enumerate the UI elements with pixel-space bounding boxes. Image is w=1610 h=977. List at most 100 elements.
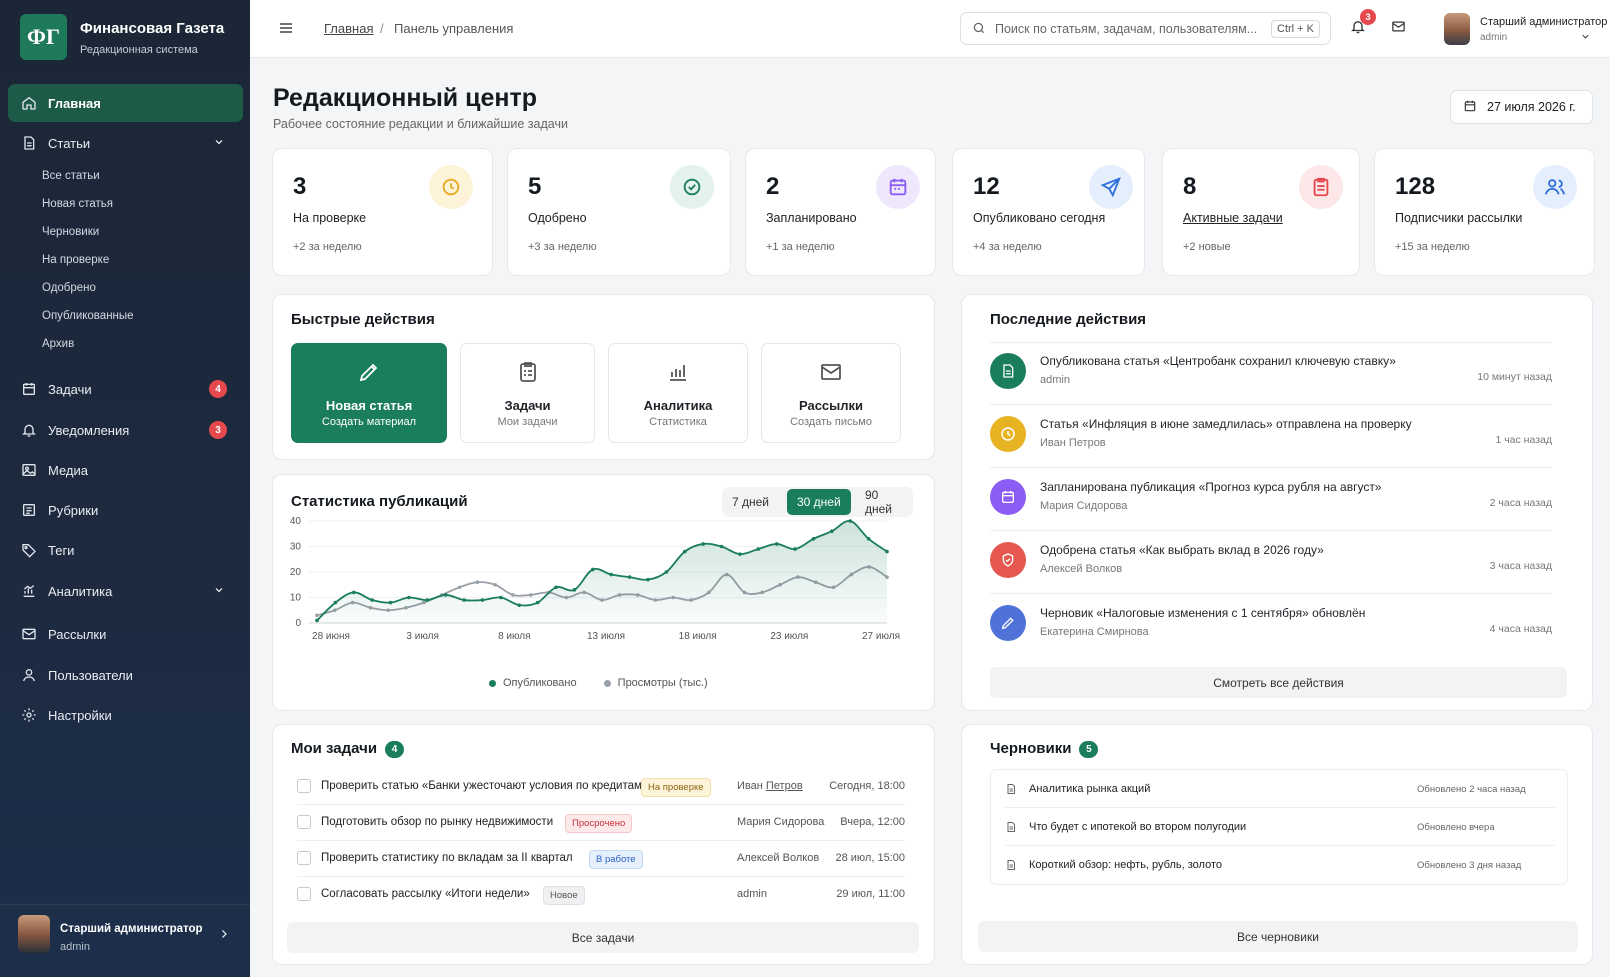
new-article-button[interactable]: Новая статья Создать материал	[291, 343, 447, 443]
sidebar-subitem-new-article[interactable]: Новая статья	[42, 198, 113, 210]
stat-card-published-today[interactable]: 12 Опубликовано сегодня +4 за неделю	[952, 148, 1145, 276]
drafts-count-badge: 5	[1079, 740, 1099, 758]
data-point	[866, 537, 871, 541]
document-icon	[990, 353, 1026, 389]
all-activity-button[interactable]: Смотреть все действия	[990, 667, 1567, 698]
sidebar-item-users[interactable]: Пользователи	[8, 656, 243, 694]
activity-item[interactable]: Одобрена статья «Как выбрать вклад в 202…	[990, 532, 1552, 594]
sidebar-item-tags[interactable]: Теги	[8, 531, 243, 569]
sidebar-item-articles[interactable]: Статьи	[8, 124, 243, 162]
stat-card-review[interactable]: 3 На проверке +2 за неделю	[272, 148, 493, 276]
drafts-panel: Черновики 5 Аналитика рынка акций Обновле…	[961, 724, 1593, 965]
assignee-last-name[interactable]: Петров	[766, 780, 803, 792]
task-checkbox[interactable]	[297, 851, 311, 865]
date-picker-button[interactable]: 27 июля 2026 г.	[1450, 90, 1593, 124]
all-tasks-button[interactable]: Все задачи	[287, 922, 919, 953]
tasks-quick-button[interactable]: Задачи Мои задачи	[460, 343, 595, 443]
task-checkbox[interactable]	[297, 887, 311, 901]
activity-item[interactable]: Запланирована публикация «Прогноз курса …	[990, 469, 1552, 531]
task-row[interactable]: Согласовать рассылку «Итоги недели» Ново…	[297, 877, 905, 913]
sidebar-item-rubrics[interactable]: Рубрики	[8, 491, 243, 529]
activity-item[interactable]: Опубликована статья «Центробанк сохранил…	[990, 343, 1552, 405]
range-30-days[interactable]: 30 дней	[787, 489, 851, 515]
chart-title: Статистика публикаций	[291, 493, 468, 510]
chevron-down-icon[interactable]	[213, 584, 225, 599]
stat-label: Запланировано	[766, 211, 857, 225]
sidebar-item-home[interactable]: Главная	[8, 84, 243, 122]
sidebar-subitem-approved[interactable]: Одобрено	[42, 282, 96, 294]
sidebar-item-settings[interactable]: Настройки	[8, 696, 243, 734]
task-row[interactable]: Проверить статистику по вкладам за II кв…	[297, 841, 905, 877]
sidebar-item-label: Главная	[48, 95, 101, 111]
y-tick-label: 40	[290, 516, 302, 527]
drafts-title: Черновики 5	[990, 740, 1099, 758]
tag-icon	[20, 541, 38, 559]
draft-title: Что будет с ипотекой во втором полугодии	[1029, 821, 1247, 833]
task-checkbox[interactable]	[297, 779, 311, 793]
stat-card-active-tasks[interactable]: 8 Активные задачи +2 новые	[1162, 148, 1360, 276]
data-point	[351, 590, 356, 595]
chevron-down-icon[interactable]	[1580, 30, 1591, 45]
chevron-right-icon[interactable]	[218, 927, 230, 944]
range-7-days[interactable]: 7 дней	[722, 489, 779, 515]
sidebar-subitem-archive[interactable]: Архив	[42, 338, 74, 350]
sidebar-item-tasks[interactable]: Задачи 4	[8, 370, 243, 408]
draft-item[interactable]: Короткий обзор: нефть, рубль, золото Обн…	[1005, 846, 1555, 884]
status-badge: На проверке	[641, 778, 711, 797]
hamburger-menu-icon[interactable]	[278, 20, 294, 39]
stat-card-scheduled[interactable]: 2 Запланировано +1 за неделю	[745, 148, 936, 276]
x-tick-label: 8 июля	[498, 631, 530, 642]
sidebar-item-analytics[interactable]: Аналитика	[8, 572, 243, 610]
drafts-title-label: Черновики	[990, 740, 1072, 757]
all-drafts-button[interactable]: Все черновики	[978, 921, 1578, 952]
sidebar-item-label: Рассылки	[48, 626, 107, 642]
y-tick-label: 20	[290, 567, 302, 578]
sidebar-item-mailings[interactable]: Рассылки	[8, 615, 243, 653]
sidebar-item-notifications[interactable]: Уведомления 3	[8, 411, 243, 449]
range-90-days[interactable]: 90 дней	[855, 488, 913, 516]
mailings-quick-button[interactable]: Рассылки Создать письмо	[761, 343, 901, 443]
sidebar-subitem-published[interactable]: Опубликованные	[42, 310, 134, 322]
stat-value: 5	[528, 173, 542, 200]
mail-icon[interactable]	[1390, 19, 1407, 37]
activity-time: 3 часа назад	[1489, 560, 1552, 572]
draft-item[interactable]: Что будет с ипотекой во втором полугодии…	[1005, 808, 1555, 846]
avatar[interactable]	[1444, 13, 1470, 45]
y-tick-label: 10	[290, 593, 302, 604]
quick-action-title: Аналитика	[643, 398, 713, 413]
data-point	[388, 600, 393, 605]
activity-text: Черновик «Налоговые изменения с 1 сентяб…	[1040, 606, 1366, 620]
sidebar-subitem-review[interactable]: На проверке	[42, 254, 109, 266]
task-checkbox[interactable]	[297, 815, 311, 829]
activity-item[interactable]: Статья «Инфляция в июне замедлилась» отп…	[990, 406, 1552, 468]
sidebar-item-media[interactable]: Медиа	[8, 451, 243, 489]
chevron-down-icon[interactable]	[213, 136, 225, 151]
sidebar-user-card[interactable]: Старший администратор admin	[0, 904, 250, 977]
draft-item[interactable]: Аналитика рынка акций Обновлено 2 часа н…	[1005, 770, 1555, 808]
sidebar-item-label: Теги	[48, 542, 75, 558]
x-tick-label: 28 июня	[312, 631, 350, 642]
breadcrumb-home[interactable]: Главная	[324, 21, 373, 36]
search-input[interactable]: Поиск по статьям, задачам, пользователям…	[960, 12, 1331, 45]
stat-card-subscribers[interactable]: 128 Подписчики рассылки +15 за неделю	[1374, 148, 1595, 276]
data-point	[774, 542, 779, 546]
breadcrumb-current: Панель управления	[394, 21, 514, 36]
brand-logo[interactable]: ФГ	[20, 14, 67, 60]
activity-item[interactable]: Черновик «Налоговые изменения с 1 сентяб…	[990, 595, 1552, 657]
analytics-quick-button[interactable]: Аналитика Статистика	[608, 343, 748, 443]
sidebar-item-label: Настройки	[48, 707, 112, 723]
data-point	[475, 580, 480, 584]
data-point	[793, 547, 797, 551]
status-badge: Просрочено	[565, 814, 633, 833]
task-row[interactable]: Проверить статью «Банки ужесточают услов…	[297, 769, 905, 805]
stat-card-approved[interactable]: 5 Одобрено +3 за неделю	[507, 148, 731, 276]
sidebar-subitem-drafts[interactable]: Черновики	[42, 226, 99, 238]
data-point	[528, 593, 533, 597]
topbar-user-name[interactable]: Старший администратор	[1480, 16, 1607, 28]
status-badge: Новое	[543, 886, 585, 905]
activity-time: 1 час назад	[1495, 434, 1552, 446]
sidebar-subitem-all-articles[interactable]: Все статьи	[42, 170, 100, 182]
notifications-button[interactable]: 3	[1350, 9, 1376, 38]
sidebar-user-role: admin	[60, 941, 90, 953]
task-row[interactable]: Подготовить обзор по рынку недвижимости …	[297, 805, 905, 841]
